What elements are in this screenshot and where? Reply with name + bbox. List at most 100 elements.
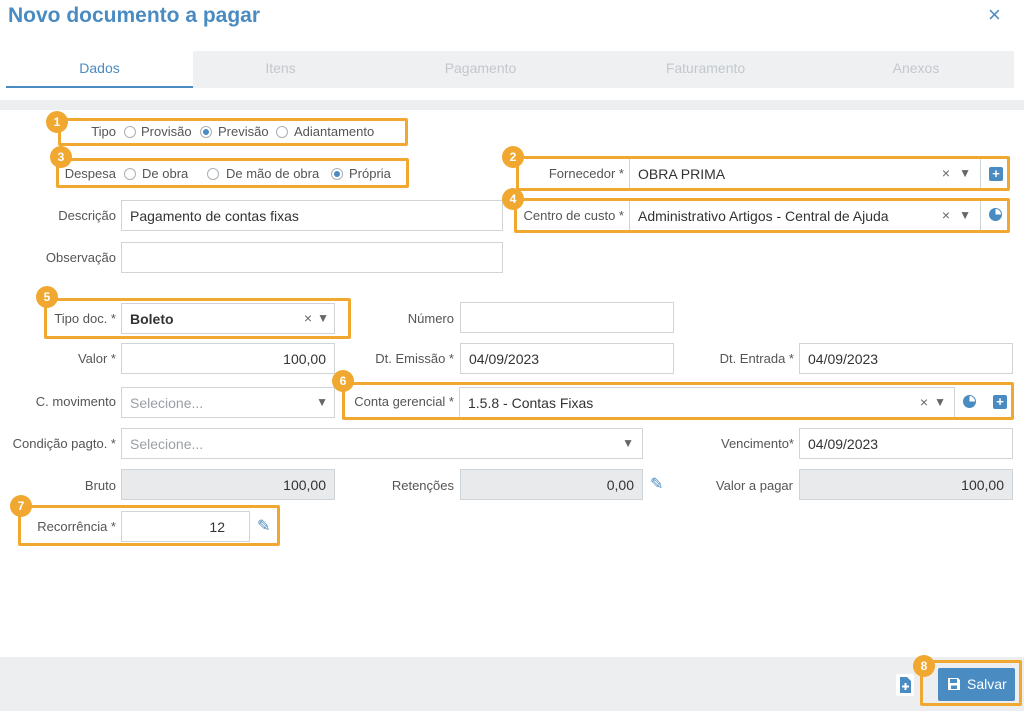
fornecedor-value: OBRA PRIMA [638,166,726,182]
c-movimento-select[interactable]: Selecione... ▼ [121,387,335,418]
radio-icon[interactable] [200,126,212,138]
condicao-pagto-label: Condição pagto. * [12,436,116,451]
pie-chart-icon[interactable] [989,208,1002,221]
chevron-down-icon[interactable]: ▼ [959,208,971,222]
radio-icon[interactable] [331,168,343,180]
retencoes-value: 0,00 [606,477,634,493]
descricao-label: Descrição [58,208,116,223]
radio-icon[interactable] [276,126,288,138]
step-badge: 4 [502,188,524,210]
save-button-label: Salvar [967,676,1007,692]
tipo-option-previsao[interactable]: Previsão [218,124,269,139]
chevron-down-icon[interactable]: ▼ [316,395,328,409]
valor-value: 100,00 [283,351,326,367]
despesa-option-obra[interactable]: De obra [142,166,188,181]
chevron-down-icon[interactable]: ▼ [959,166,971,180]
centro-custo-value: Administrativo Artigos - Central de Ajud… [638,208,889,224]
valor-pagar-label: Valor a pagar [715,478,793,493]
step-badge: 2 [502,146,524,168]
step-badge: 1 [46,111,68,133]
valor-label: Valor * [77,351,116,366]
bruto-field: 100,00 [121,469,335,500]
close-icon[interactable]: × [988,2,1001,28]
chevron-down-icon[interactable]: ▼ [622,436,634,450]
bruto-value: 100,00 [283,477,326,493]
vencimento-value: 04/09/2023 [808,436,879,452]
add-icon[interactable]: + [993,395,1007,409]
step-badge: 3 [50,146,72,168]
tipo-option-adiantamento[interactable]: Adiantamento [294,124,374,139]
dt-emissao-label: Dt. Emissão * [375,351,454,366]
radio-icon[interactable] [124,168,136,180]
centro-custo-select[interactable]: Administrativo Artigos - Central de Ajud… [629,200,981,231]
dt-emissao-value: 04/09/2023 [469,351,540,367]
new-document-icon[interactable] [896,674,914,696]
tipo-label: Tipo [91,124,116,139]
tipo-doc-select[interactable]: Boleto × ▼ [121,303,335,334]
despesa-option-mao-obra[interactable]: De mão de obra [226,166,319,181]
descricao-input[interactable]: Pagamento de contas fixas [121,200,503,231]
centro-custo-label: Centro de custo * [523,208,624,223]
conta-gerencial-value: 1.5.8 - Contas Fixas [468,395,594,411]
pencil-icon[interactable]: ✎ [650,474,663,494]
conta-gerencial-select[interactable]: 1.5.8 - Contas Fixas × ▼ [459,387,955,418]
pencil-icon[interactable]: ✎ [257,516,270,536]
recorrencia-input[interactable]: 12 [121,511,250,542]
step-badge: 6 [332,370,354,392]
condicao-pagto-select[interactable]: Selecione... ▼ [121,428,643,459]
vencimento-input[interactable]: 04/09/2023 [799,428,1013,459]
dt-entrada-label: Dt. Entrada * [719,351,794,366]
tab-itens[interactable]: Itens [193,51,368,88]
clear-icon[interactable]: × [942,165,950,181]
step-badge: 7 [10,495,32,517]
valor-pagar-field: 100,00 [799,469,1013,500]
radio-icon[interactable] [124,126,136,138]
observacao-input[interactable] [121,242,503,273]
tab-anexos[interactable]: Anexos [818,51,1014,88]
numero-input[interactable] [460,302,674,333]
tipo-option-provisao[interactable]: Provisão [141,124,192,139]
tab-faturamento[interactable]: Faturamento [593,51,818,88]
condicao-pagto-placeholder: Selecione... [130,436,204,452]
save-button[interactable]: Salvar [938,668,1015,701]
dt-entrada-input[interactable]: 04/09/2023 [799,343,1013,374]
tab-pagamento[interactable]: Pagamento [368,51,593,88]
dialog-title: Novo documento a pagar [8,4,261,27]
section-divider [0,100,1024,110]
c-movimento-label: C. movimento [35,394,116,409]
dialog-footer [0,657,1024,711]
retencoes-label: Retenções [391,478,454,493]
vencimento-label: Vencimento* [721,436,794,451]
recorrencia-value: 12 [209,519,225,535]
observacao-label: Observação [45,250,116,265]
clear-icon[interactable]: × [942,207,950,223]
fornecedor-select[interactable]: OBRA PRIMA × ▼ [629,158,981,189]
bruto-label: Bruto [84,478,116,493]
c-movimento-placeholder: Selecione... [130,395,204,411]
save-icon [948,678,960,690]
dt-emissao-input[interactable]: 04/09/2023 [460,343,674,374]
tipo-doc-label: Tipo doc. * [54,311,116,326]
tab-bar: Dados Itens Pagamento Faturamento Anexos [6,51,1014,88]
clear-icon[interactable]: × [304,310,312,326]
despesa-label: Despesa [64,166,116,181]
valor-input[interactable]: 100,00 [121,343,335,374]
clear-icon[interactable]: × [920,394,928,410]
numero-label: Número [407,311,454,326]
tipo-doc-value: Boleto [130,311,174,327]
dt-entrada-value: 04/09/2023 [808,351,879,367]
step-badge: 5 [36,286,58,308]
chevron-down-icon[interactable]: ▼ [317,311,329,325]
conta-gerencial-label: Conta gerencial * [354,394,454,409]
add-icon[interactable]: + [989,167,1003,181]
recorrencia-label: Recorrência * [37,519,116,534]
descricao-value: Pagamento de contas fixas [130,208,299,224]
despesa-option-propria[interactable]: Própria [349,166,391,181]
pie-chart-icon[interactable] [963,395,976,408]
valor-pagar-value: 100,00 [961,477,1004,493]
step-badge: 8 [913,655,935,677]
retencoes-field: 0,00 [460,469,643,500]
chevron-down-icon[interactable]: ▼ [934,395,946,409]
tab-dados[interactable]: Dados [6,51,193,88]
radio-icon[interactable] [207,168,219,180]
